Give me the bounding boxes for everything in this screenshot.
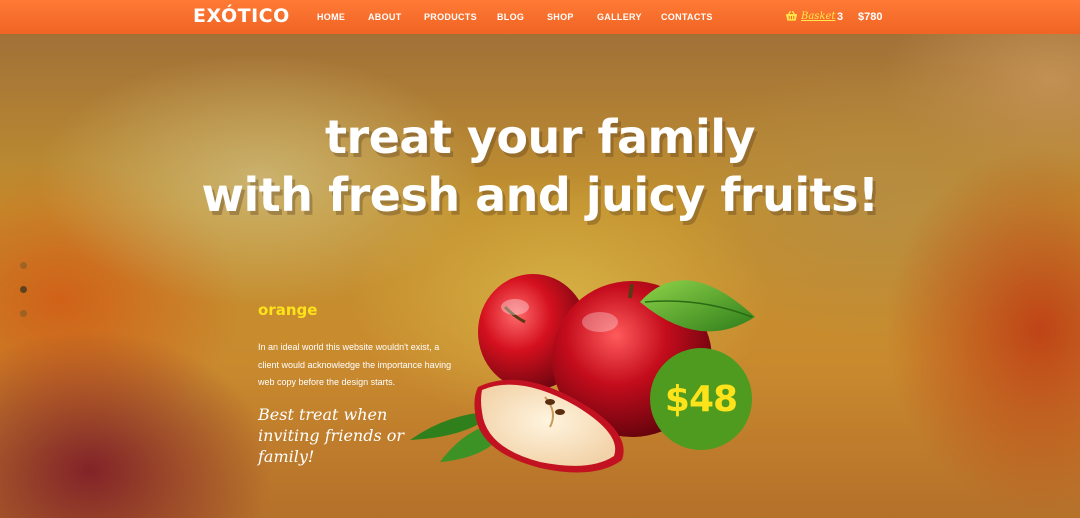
headline-line-1: treat your family — [325, 110, 755, 164]
site-header: EXÓTICO HOME ABOUT PRODUCTS BLOG SHOP GA… — [0, 0, 1080, 34]
nav-item-about[interactable]: ABOUT — [368, 12, 402, 22]
nav-item-shop[interactable]: SHOP — [547, 12, 574, 22]
basket[interactable]: Basket — [785, 10, 835, 22]
basket-count: 3 — [837, 11, 844, 23]
site-logo[interactable]: EXÓTICO — [193, 5, 290, 27]
basket-total: $780 — [858, 11, 883, 23]
hero-headline: treat your family with fresh and juicy f… — [0, 108, 1080, 224]
product-name: orange — [258, 301, 318, 319]
nav-item-blog[interactable]: BLOG — [497, 12, 524, 22]
slider-dot-2[interactable] — [20, 286, 27, 293]
nav-item-gallery[interactable]: GALLERY — [597, 12, 642, 22]
basket-icon — [785, 10, 798, 21]
headline-line-2: with fresh and juicy fruits! — [201, 168, 879, 222]
basket-link[interactable]: Basket — [801, 11, 835, 22]
price-label: $48 — [664, 378, 738, 420]
nav-item-contacts[interactable]: CONTACTS — [661, 12, 713, 22]
slider-dot-1[interactable] — [20, 262, 27, 269]
nav-item-products[interactable]: PRODUCTS — [424, 12, 477, 22]
slider-dot-3[interactable] — [20, 310, 27, 317]
price-badge: $48 — [650, 348, 752, 450]
nav-item-home[interactable]: HOME — [317, 12, 345, 22]
